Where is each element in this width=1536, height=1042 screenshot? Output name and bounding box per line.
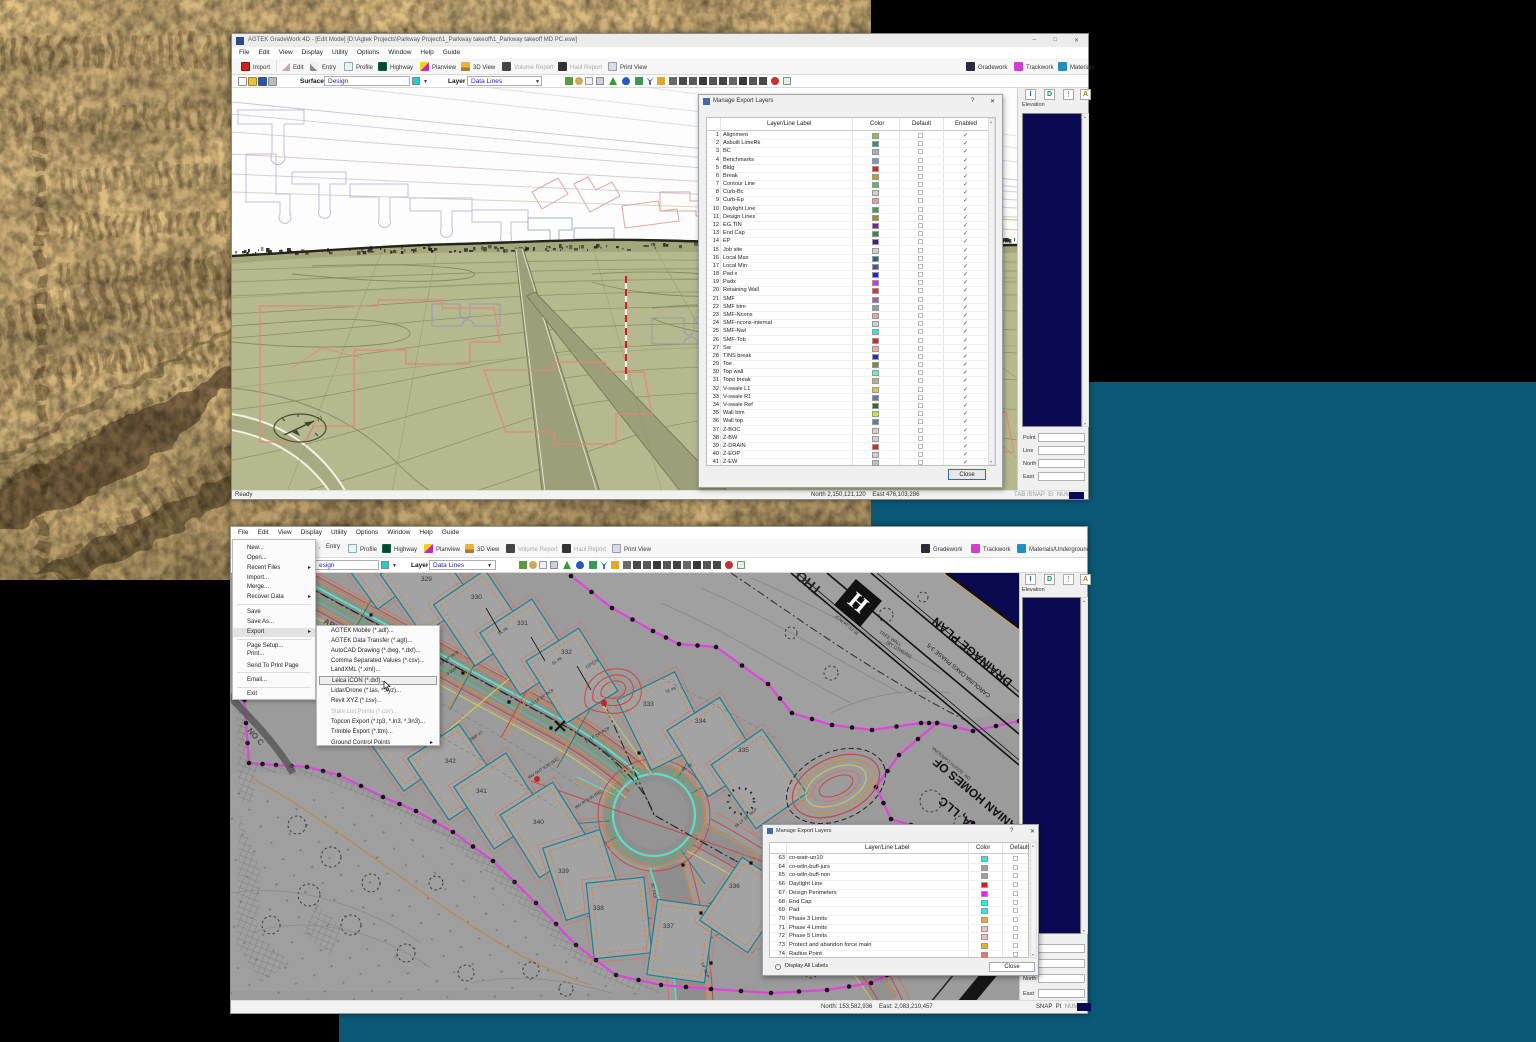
svg-text:331: 331: [517, 620, 528, 627]
svg-text:340: 340: [533, 819, 544, 826]
svg-text:332: 332: [561, 649, 572, 656]
svg-text:338: 338: [593, 905, 604, 912]
svg-text:334: 334: [695, 718, 706, 725]
svg-text:336: 336: [729, 883, 740, 890]
svg-text:329: 329: [421, 576, 432, 583]
svg-text:337: 337: [663, 923, 674, 930]
svg-text:333: 333: [643, 701, 654, 708]
svg-text:341: 341: [476, 788, 487, 795]
svg-text:335: 335: [738, 747, 749, 754]
svg-text:330: 330: [471, 594, 482, 601]
svg-text:339: 339: [558, 868, 569, 875]
svg-text:342: 342: [445, 758, 456, 765]
